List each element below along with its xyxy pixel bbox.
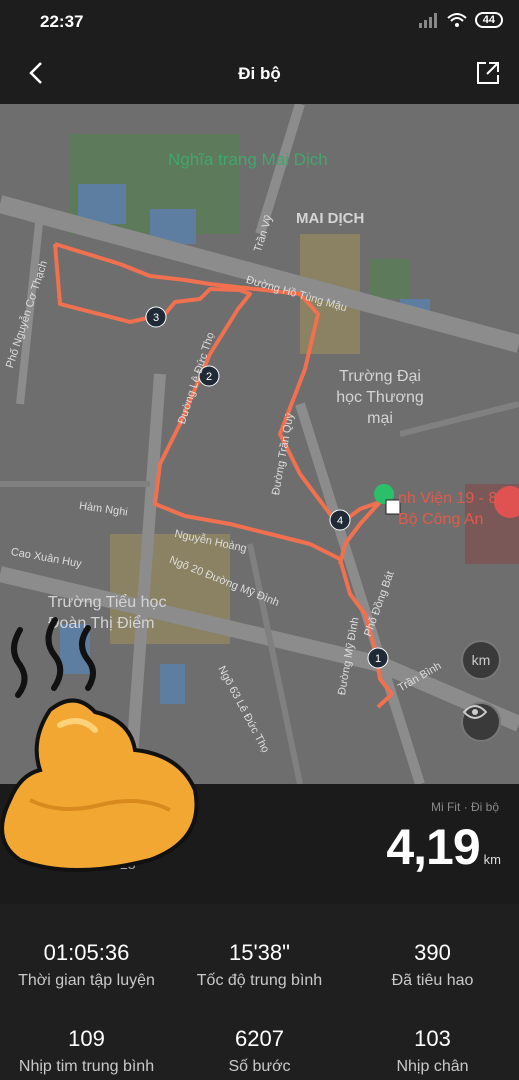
eye-icon [463, 705, 487, 719]
distance: 4,19 km [386, 818, 501, 876]
map-label-cemetery: Nghĩa trang Mai Dịch [168, 150, 328, 169]
stat-label: Tốc độ trung bình [196, 972, 323, 989]
map-label-district: MAI DỊCH [296, 210, 365, 227]
signal-icon [418, 13, 437, 28]
status-time: 22:37 [40, 12, 84, 31]
stat-pace: 15'38" Tốc độ trung bình [173, 940, 346, 990]
stat-value: 15'38" [229, 940, 290, 965]
stat-label: Nhịp tim trung bình [18, 1058, 155, 1075]
eye-toggle-button[interactable] [461, 702, 501, 742]
stat-label: Đã tiêu hao [391, 972, 474, 989]
svg-text:4: 4 [337, 515, 343, 527]
status-icons: 44 [418, 12, 503, 28]
distance-unit: km [483, 852, 501, 867]
battery-indicator: 44 [474, 12, 503, 28]
wifi-icon [447, 13, 467, 27]
stat-duration: 01:05:36 Thời gian tập luyện [0, 940, 173, 990]
svg-text:1: 1 [375, 653, 381, 665]
svg-text:3: 3 [153, 312, 159, 324]
brand-label: Mi Fit · Đi bộ [430, 800, 499, 814]
stat-label: Nhịp chân [396, 1058, 469, 1075]
stat-label: Số bước [228, 1058, 291, 1075]
poo-sticker [0, 617, 199, 872]
svg-text:2: 2 [206, 371, 212, 383]
km-marker-1[interactable]: 1 [367, 647, 389, 669]
share-icon[interactable] [475, 60, 501, 86]
stat-label: Thời gian tập luyện [18, 972, 155, 989]
distance-value: 4,19 [386, 819, 480, 875]
stat-value: 109 [68, 1026, 105, 1051]
page-title: Đi bộ [238, 64, 281, 83]
stat-value: 6207 [235, 1026, 284, 1051]
status-bar: 22:37 44 [0, 0, 519, 44]
stat-steps: 6207 Số bước [173, 1026, 346, 1076]
stat-value: 103 [414, 1026, 451, 1051]
nav-bar: Đi bộ [0, 44, 519, 104]
km-marker-3[interactable]: 3 [145, 306, 167, 328]
map-label-hospital: nh Viện 19 - 8 Bộ Công An [398, 490, 498, 528]
km-toggle-button[interactable]: km [461, 640, 501, 680]
km-marker-4[interactable]: 4 [329, 509, 351, 531]
stats-grid: 01:05:36 Thời gian tập luyện 15'38" Tốc … [0, 904, 519, 1080]
map-label-university: Trường Đại học Thương mại [336, 368, 424, 427]
stat-calories: 390 Đã tiêu hao [346, 940, 519, 990]
stat-value: 01:05:36 [43, 940, 130, 965]
stat-cadence: 103 Nhịp chân [346, 1026, 519, 1076]
stat-value: 390 [414, 940, 451, 965]
stat-heart-rate: 109 Nhịp tim trung bình [0, 1026, 173, 1076]
